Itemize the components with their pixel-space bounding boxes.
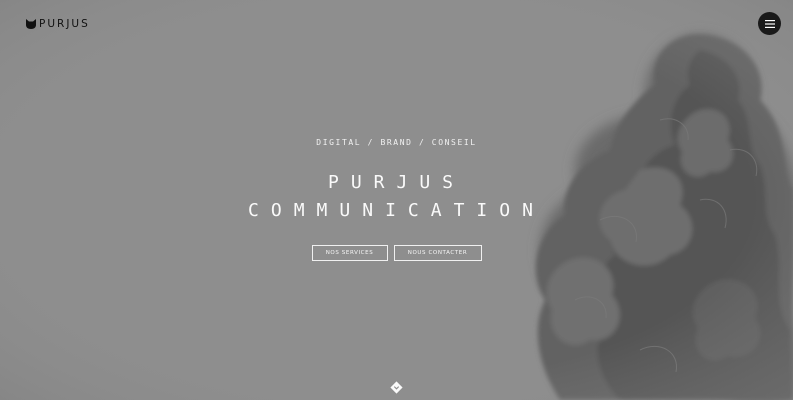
hero-title-line2: COMMUNICATION — [248, 200, 545, 221]
hero-tagline: DIGITAL / BRAND / CONSEIL — [316, 138, 477, 147]
contact-button[interactable]: NOUS CONTACTER — [393, 245, 482, 261]
hero-section: DIGITAL / BRAND / CONSEIL PURJUS COMMUNI… — [0, 0, 793, 400]
hero-buttons: NOS SERVICES NOUS CONTACTER — [0, 245, 793, 261]
services-button[interactable]: NOS SERVICES — [311, 245, 388, 261]
hero-title-line1: PURJUS — [327, 172, 466, 193]
chevron-down-diamond-icon[interactable] — [390, 381, 403, 394]
